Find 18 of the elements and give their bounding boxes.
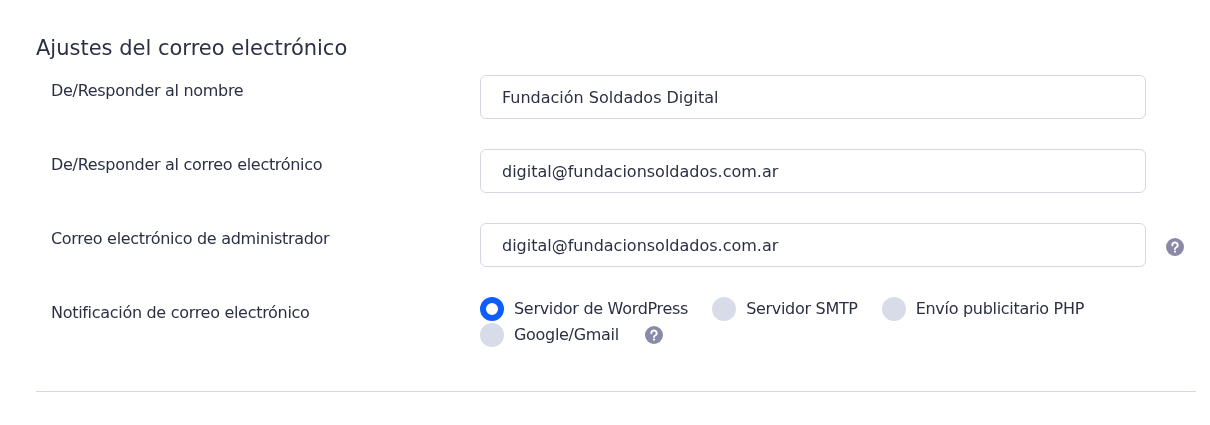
radio-label: Envío publicitario PHP <box>915 298 1085 321</box>
text-field[interactable]: digital@fundacionsoldados.com.ar <box>480 149 1146 194</box>
help-icon[interactable] <box>1166 238 1184 257</box>
radio-label: Servidor SMTP <box>746 298 858 321</box>
field-label: Correo electrónico de administrador <box>51 228 331 251</box>
field-label: Notificación de correo electrónico <box>51 302 311 325</box>
field-label: De/Responder al correo electrónico <box>51 154 324 177</box>
help-icon[interactable] <box>644 326 663 345</box>
radio-label: Google/Gmail <box>514 324 619 347</box>
radio-label: Servidor de WordPress <box>514 298 689 321</box>
radio-button[interactable] <box>712 297 737 322</box>
radio-button[interactable] <box>480 323 504 348</box>
field-label: De/Responder al nombre <box>51 80 245 103</box>
text-field[interactable]: digital@fundacionsoldados.com.ar <box>480 223 1146 268</box>
text-field[interactable]: Fundación Soldados Digital <box>480 75 1146 120</box>
radio-button[interactable] <box>480 297 504 322</box>
section-title: Ajustes del correo electrónico <box>36 36 349 62</box>
radio-button[interactable] <box>881 297 906 322</box>
